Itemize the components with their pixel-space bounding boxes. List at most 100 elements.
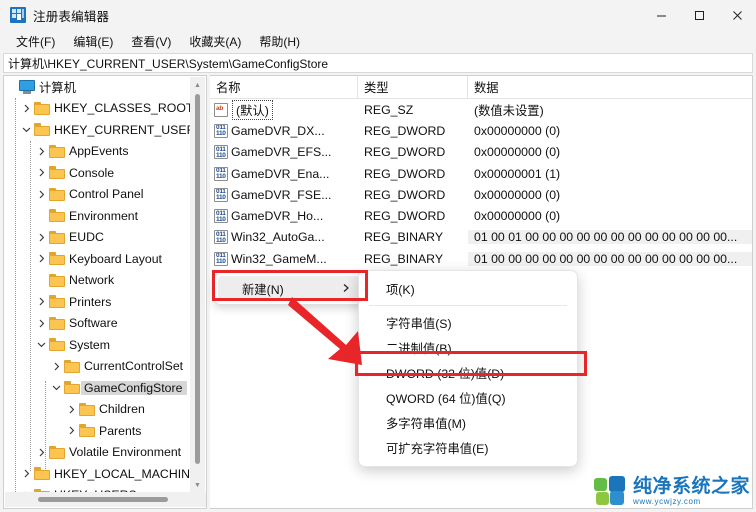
folder-icon (79, 424, 95, 438)
cell-type: REG_DWORD (364, 166, 446, 181)
context-submenu-item-0[interactable]: 项(K) (359, 276, 577, 301)
tree-item-eudc[interactable]: EUDC (4, 227, 192, 249)
watermark-url: www.ycwjzy.com (632, 496, 701, 506)
context-submenu-item-label: 多字符串值(M) (386, 416, 466, 431)
tree-item-keyboard-layout[interactable]: Keyboard Layout (4, 248, 192, 270)
table-row[interactable]: 011 110 Win32_GameM... REG_BINARY 01 00 00 0… (210, 248, 752, 269)
tree-item-children[interactable]: Children (4, 399, 192, 421)
tree-item-[interactable]: 计算机 (4, 76, 192, 98)
chevron-right-icon[interactable] (19, 98, 34, 119)
context-submenu-item-1[interactable]: 字符串值(S) (359, 310, 577, 335)
tree-item-gameconfigstore[interactable]: GameConfigStore (4, 377, 192, 399)
tree-item-console[interactable]: Console (4, 162, 192, 184)
tree-twisty-placeholder (34, 270, 49, 291)
menu-file[interactable]: 文件(F) (7, 31, 64, 52)
tree-guide-line (15, 98, 17, 494)
menu-help[interactable]: 帮助(H) (250, 31, 309, 52)
folder-icon (64, 359, 80, 373)
chevron-right-icon[interactable] (49, 356, 64, 377)
registry-tree[interactable]: 计算机 HKEY_CLASSES_ROOT HKEY_CURRENT_USER App… (4, 76, 192, 494)
cell-name-label: GameDVR_FSE... (231, 187, 332, 202)
column-header-name[interactable]: 名称 (210, 76, 358, 98)
menu-favorites[interactable]: 收藏夹(A) (180, 31, 250, 52)
menu-view[interactable]: 查看(V) (122, 31, 180, 52)
tree-item-volatile-environment[interactable]: Volatile Environment (4, 442, 192, 464)
cell-data: 01 00 01 00 00 00 00 00 00 00 00 00 00 0… (468, 230, 752, 245)
context-submenu-item-4[interactable]: QWORD (64 位)值(Q) (359, 385, 577, 410)
cell-data: 0x00000000 (0) (474, 209, 561, 224)
tree-item-currentcontrolset[interactable]: CurrentControlSet (4, 356, 192, 378)
chevron-right-icon[interactable] (34, 162, 49, 183)
tree-item-appevents[interactable]: AppEvents (4, 141, 192, 163)
close-button[interactable] (718, 0, 756, 30)
chevron-down-icon[interactable] (19, 119, 34, 140)
address-bar[interactable]: 计算机\HKEY_CURRENT_USER\System\GameConfigS… (3, 53, 753, 73)
watermark-logo-icon (593, 476, 628, 506)
cell-type: REG_DWORD (364, 187, 446, 202)
registry-values-list[interactable]: ab (默认) REG_SZ (数值未设置) 011 110 GameDVR_DX... RE… (210, 99, 752, 269)
chevron-right-icon[interactable] (34, 313, 49, 334)
folder-icon (34, 123, 50, 137)
tree-item-hkey-classes-root[interactable]: HKEY_CLASSES_ROOT (4, 98, 192, 120)
tree-item-printers[interactable]: Printers (4, 291, 192, 313)
computer-icon (19, 79, 35, 94)
context-submenu-item-5[interactable]: 多字符串值(M) (359, 410, 577, 435)
folder-icon (64, 381, 80, 395)
folder-icon (34, 467, 50, 481)
column-header-data[interactable]: 数据 (468, 76, 752, 98)
cell-name: 011 110 Win32_GameM... (210, 251, 358, 266)
maximize-button[interactable] (680, 0, 718, 30)
scroll-up-icon[interactable]: ▲ (190, 78, 205, 93)
chevron-down-icon[interactable] (34, 334, 49, 355)
tree-hscroll-thumb[interactable] (38, 497, 168, 502)
tree-item-environment[interactable]: Environment (4, 205, 192, 227)
table-row[interactable]: 011 110 GameDVR_DX... REG_DWORD 0x00000000 (… (210, 120, 752, 141)
tree-twisty-placeholder (34, 205, 49, 226)
tree-item-software[interactable]: Software (4, 313, 192, 335)
table-row[interactable]: 011 110 GameDVR_FSE... REG_DWORD 0x00000000 … (210, 184, 752, 205)
minimize-button[interactable] (642, 0, 680, 30)
chevron-right-icon[interactable] (34, 248, 49, 269)
watermark-text: 纯净系统之家 www.ycwjzy.com (633, 477, 750, 506)
context-submenu-item-label: 项(K) (386, 282, 415, 297)
tree-vertical-scrollbar[interactable]: ▲ ▼ (190, 77, 205, 494)
tree-item-label: 计算机 (39, 80, 76, 95)
cell-type: REG_DWORD (364, 123, 446, 138)
watermark: 纯净系统之家 www.ycwjzy.com (593, 476, 750, 506)
table-row[interactable]: 011 110 GameDVR_Ena... REG_DWORD 0x00000001 … (210, 163, 752, 184)
tree-item-system[interactable]: System (4, 334, 192, 356)
tree-item-label: Parents (99, 423, 142, 438)
scroll-down-icon[interactable]: ▼ (190, 478, 205, 493)
chevron-right-icon[interactable] (34, 227, 49, 248)
context-submenu-item-6[interactable]: 可扩充字符串值(E) (359, 435, 577, 460)
cell-type: REG_BINARY (364, 251, 444, 266)
chevron-right-icon[interactable] (34, 184, 49, 205)
tree-item-hkey-current-user[interactable]: HKEY_CURRENT_USER (4, 119, 192, 141)
chevron-right-icon[interactable] (64, 399, 79, 420)
cell-name-label: GameDVR_Ena... (231, 166, 330, 181)
chevron-right-icon[interactable] (64, 420, 79, 441)
chevron-right-icon (342, 282, 350, 296)
tree-item-control-panel[interactable]: Control Panel (4, 184, 192, 206)
tree-item-parents[interactable]: Parents (4, 420, 192, 442)
tree-item-hkey-local-machine[interactable]: HKEY_LOCAL_MACHINE (4, 463, 192, 485)
chevron-right-icon[interactable] (34, 291, 49, 312)
cell-name-label: Win32_AutoGa... (231, 230, 325, 245)
column-header-type[interactable]: 类型 (358, 76, 468, 98)
table-row[interactable]: 011 110 GameDVR_EFS... REG_DWORD 0x00000000 … (210, 142, 752, 163)
tree-item-network[interactable]: Network (4, 270, 192, 292)
menu-edit[interactable]: 编辑(E) (64, 31, 122, 52)
cell-name: 011 110 Win32_AutoGa... (210, 230, 358, 245)
tree-vscroll-thumb[interactable] (195, 94, 200, 464)
context-menu-item-new[interactable]: 新建(N) (218, 276, 360, 301)
context-submenu-item-2[interactable]: 二进制值(B) (359, 335, 577, 360)
table-row[interactable]: ab (默认) REG_SZ (数值未设置) (210, 99, 752, 120)
folder-icon (49, 316, 65, 330)
chevron-right-icon[interactable] (34, 141, 49, 162)
context-submenu-item-3[interactable]: DWORD (32 位)值(D) (359, 360, 577, 385)
tree-horizontal-scrollbar[interactable] (5, 492, 206, 507)
context-menu-separator (369, 305, 567, 306)
table-row[interactable]: 011 110 Win32_AutoGa... REG_BINARY 01 00 01 … (210, 227, 752, 248)
chevron-down-icon[interactable] (49, 377, 64, 398)
table-row[interactable]: 011 110 GameDVR_Ho... REG_DWORD 0x00000000 (… (210, 205, 752, 226)
